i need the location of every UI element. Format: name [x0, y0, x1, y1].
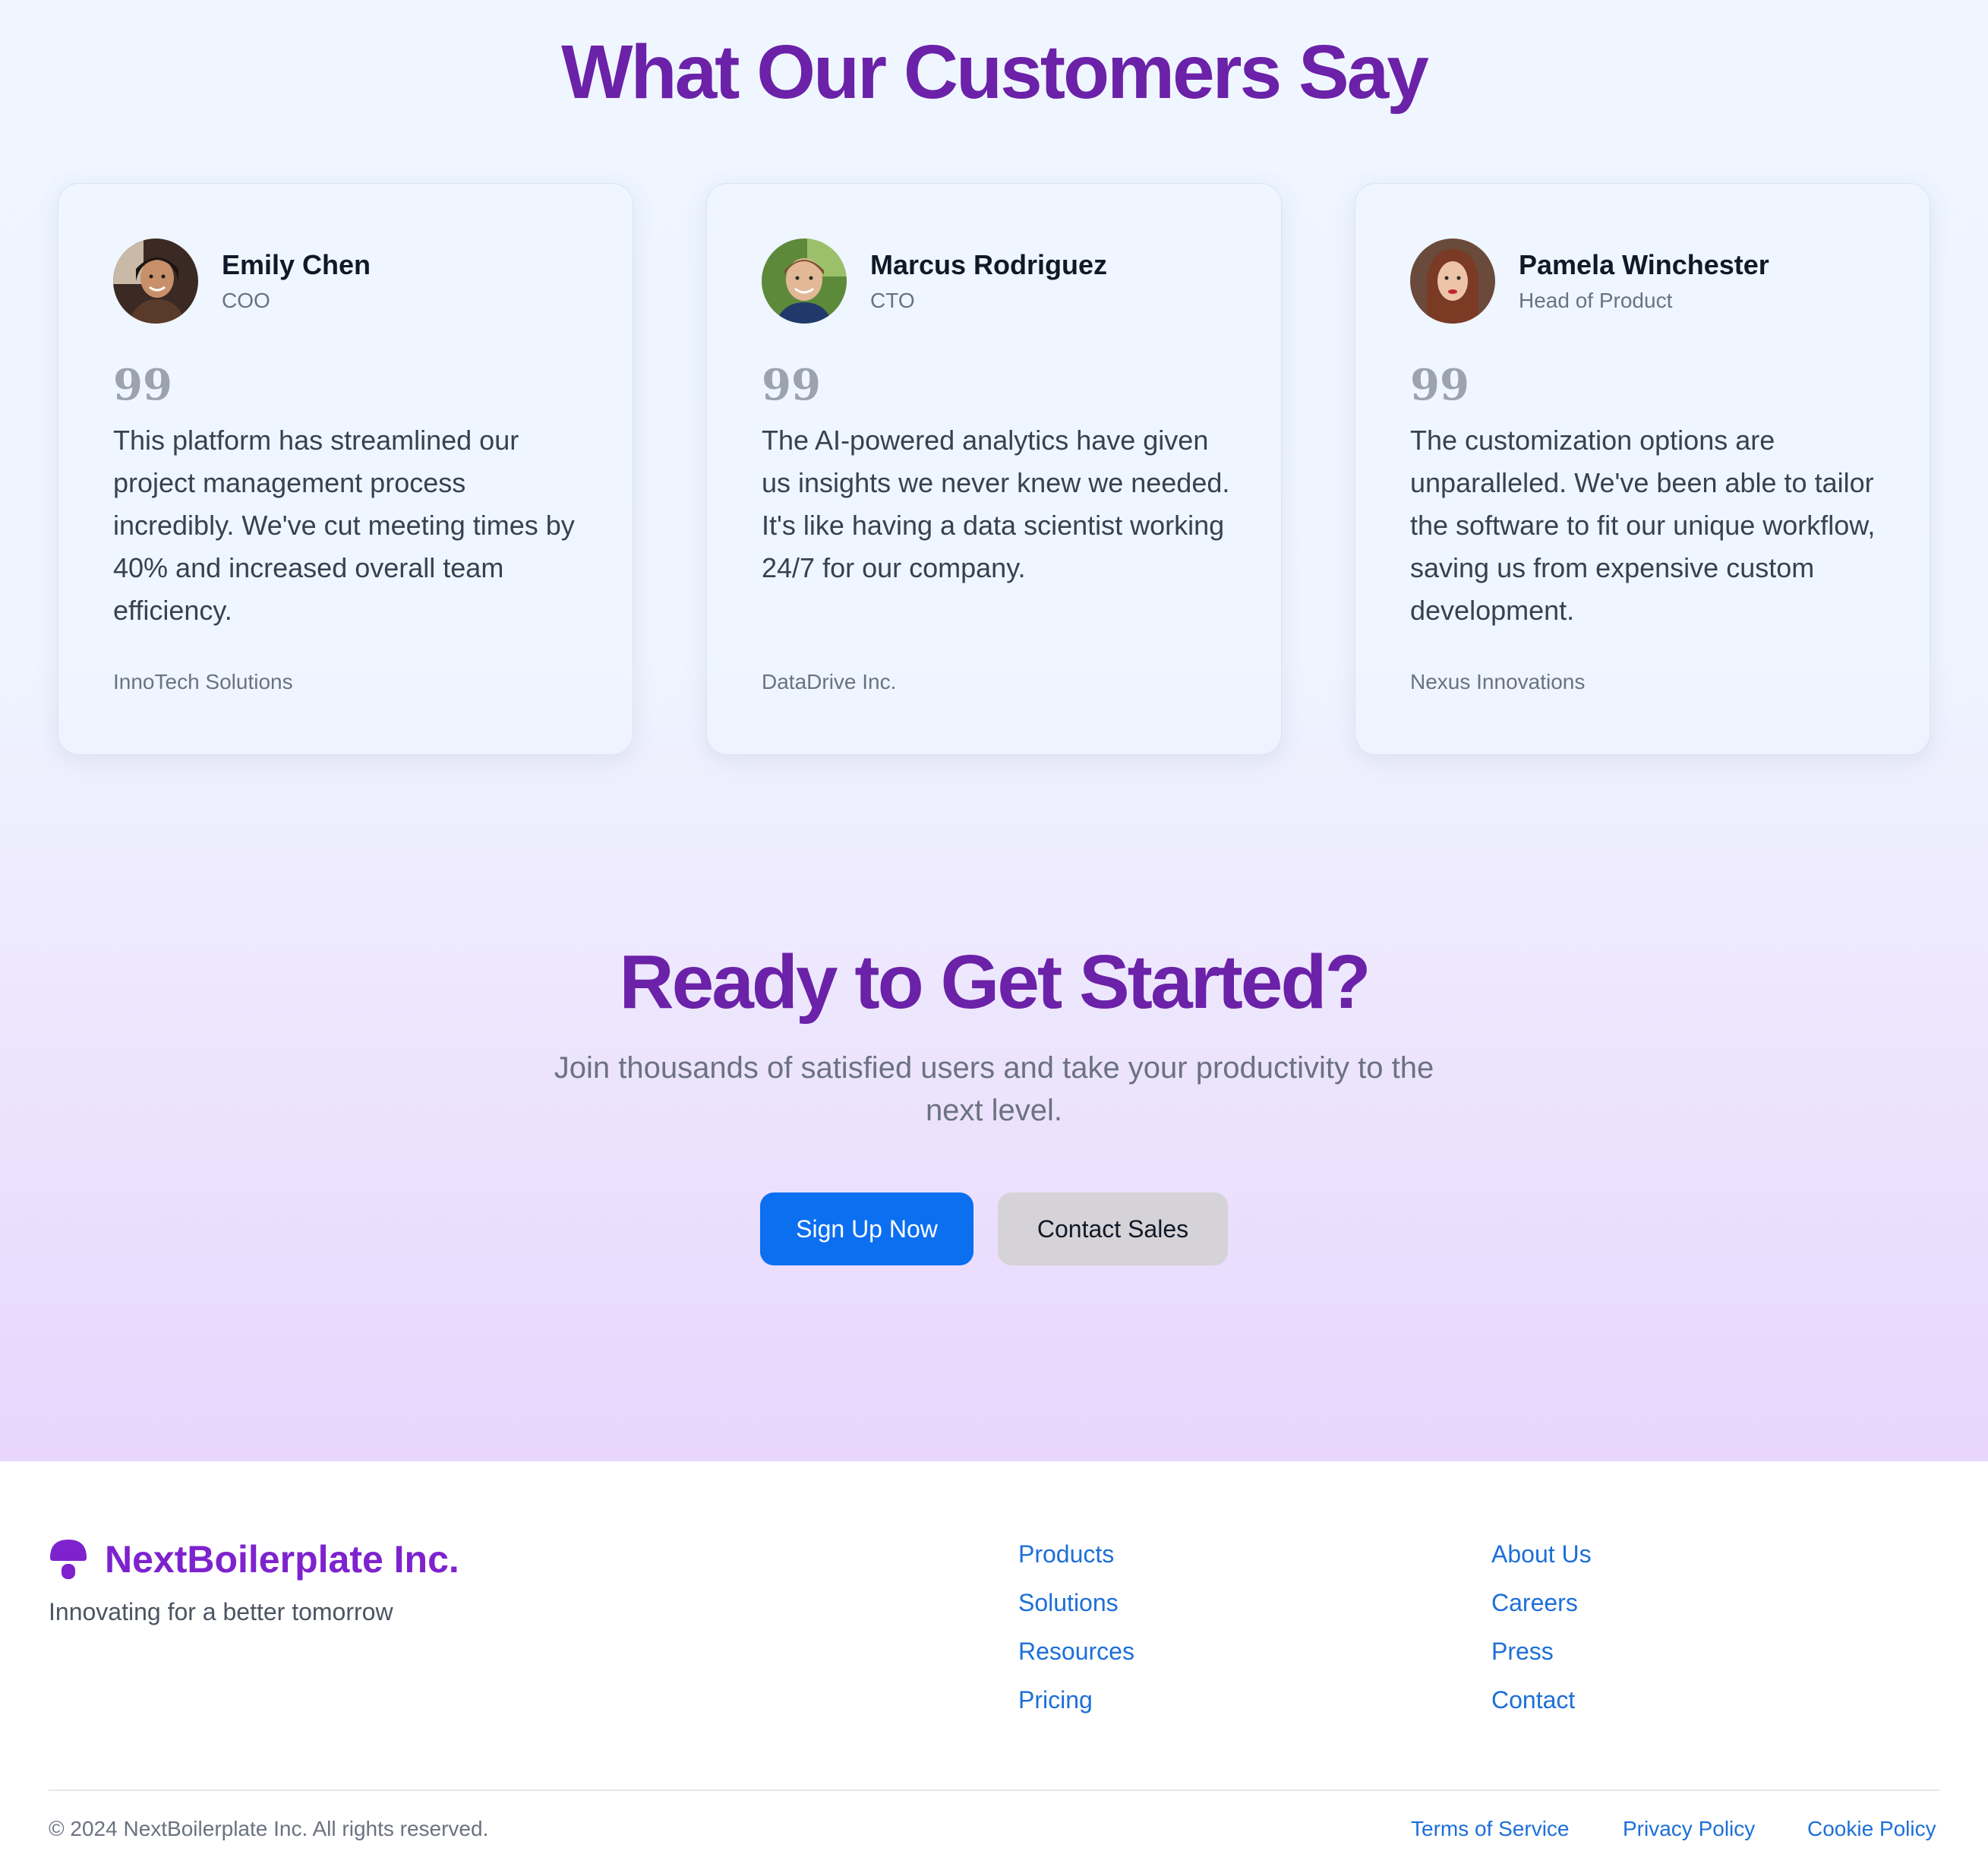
testimonial-company: Nexus Innovations — [1410, 670, 1586, 693]
cookie-link[interactable]: Cookie Policy — [1807, 1817, 1936, 1841]
testimonial-role: Head of Product — [1519, 289, 1673, 312]
testimonial-card: Emily Chen COO 99 This platform has stre… — [58, 183, 633, 755]
testimonial-role: COO — [222, 289, 270, 312]
testimonial-company: DataDrive Inc. — [762, 670, 897, 693]
footer-link-pricing[interactable]: Pricing — [1018, 1683, 1134, 1732]
quote-icon: 99 — [762, 360, 821, 410]
footer-link-solutions[interactable]: Solutions — [1018, 1586, 1134, 1635]
footer: NextBoilerplate Inc. Innovating for a be… — [0, 1461, 1988, 1870]
testimonial-company: InnoTech Solutions — [113, 670, 293, 693]
footer-link-contact[interactable]: Contact — [1491, 1683, 1592, 1732]
copyright: © 2024 NextBoilerplate Inc. All rights r… — [49, 1817, 489, 1840]
footer-link-about[interactable]: About Us — [1491, 1537, 1592, 1586]
cta-heading: Ready to Get Started? — [619, 940, 1371, 1025]
avatar — [762, 238, 847, 324]
quote-icon: 99 — [1410, 360, 1469, 410]
terms-link[interactable]: Terms of Service — [1411, 1817, 1570, 1841]
testimonial-role: CTO — [870, 289, 915, 312]
testimonial-card: Marcus Rodriguez CTO 99 The AI-powered a… — [706, 183, 1282, 755]
cta-subtitle: Join thousands of satisfied users and ta… — [554, 1051, 1434, 1127]
testimonial-quote: This platform has streamlined our projec… — [113, 425, 575, 626]
testimonial-name: Emily Chen — [222, 249, 371, 280]
footer-link-careers[interactable]: Careers — [1491, 1586, 1592, 1635]
footer-divider — [49, 1789, 1939, 1791]
footer-link-press[interactable]: Press — [1491, 1635, 1592, 1683]
footer-links-company: About Us Careers Press Contact — [1491, 1537, 1592, 1732]
avatar — [1410, 238, 1495, 324]
footer-link-products[interactable]: Products — [1018, 1537, 1134, 1586]
footer-links-products: Products Solutions Resources Pricing — [1018, 1537, 1134, 1732]
contact-sales-button[interactable]: Contact Sales — [998, 1192, 1228, 1265]
mushroom-icon — [50, 1540, 87, 1579]
testimonial-name: Marcus Rodriguez — [870, 249, 1108, 280]
testimonial-card: Pamela Winchester Head of Product 99 The… — [1355, 183, 1930, 755]
brand-name: NextBoilerplate Inc. — [105, 1538, 459, 1581]
testimonial-quote: The customization options are unparallel… — [1410, 425, 1876, 626]
testimonials-heading: What Our Customers Say — [561, 30, 1429, 115]
sign-up-button[interactable]: Sign Up Now — [760, 1192, 973, 1265]
footer-link-resources[interactable]: Resources — [1018, 1635, 1134, 1683]
privacy-link[interactable]: Privacy Policy — [1623, 1817, 1755, 1841]
testimonial-name: Pamela Winchester — [1519, 249, 1769, 280]
page: What Our Customers Say Emily Chen COO 99… — [0, 0, 1988, 1870]
quote-icon: 99 — [113, 360, 172, 410]
footer-brand[interactable]: NextBoilerplate Inc. — [49, 1537, 459, 1581]
testimonial-quote: The AI-powered analytics have given us i… — [762, 425, 1230, 583]
avatar — [113, 238, 198, 324]
footer-tagline: Innovating for a better tomorrow — [49, 1598, 393, 1625]
